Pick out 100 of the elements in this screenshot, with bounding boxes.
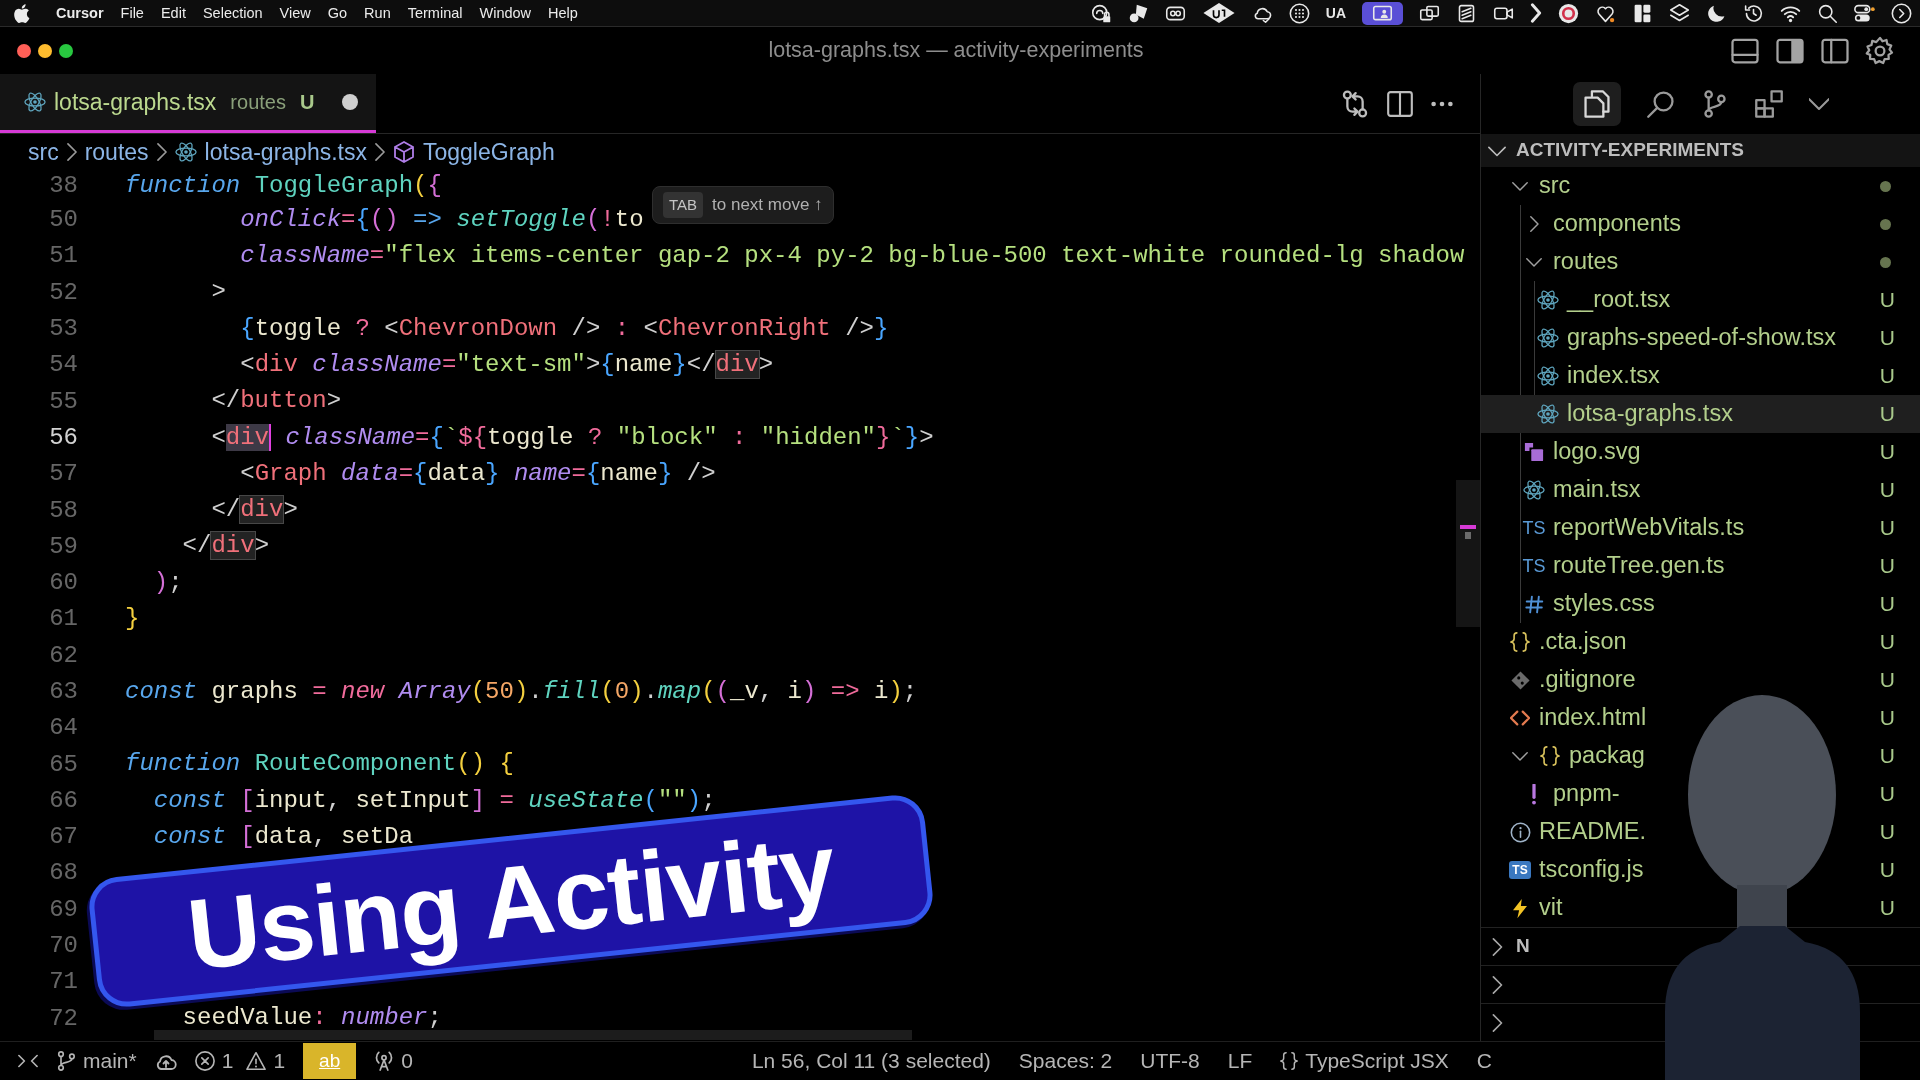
vertical-scrollbar-thumb[interactable] — [1456, 480, 1480, 627]
menu-item[interactable]: Help — [548, 5, 578, 21]
code-line: className="flex items-center gap-2 px-4 py-2 bg-blue-500 text-white rounded-lg shadow — [240, 242, 1465, 271]
shapes-icon[interactable] — [1127, 2, 1149, 24]
indentation-status[interactable]: Spaces: 2 — [1018, 1045, 1113, 1077]
diamond-logo-icon[interactable] — [1201, 2, 1236, 24]
more-actions-icon[interactable] — [1431, 100, 1453, 107]
hint-text: to next move ↑ — [712, 194, 823, 217]
control-toggles-icon[interactable] — [1854, 2, 1875, 24]
tree-item[interactable]: TS reportWebVitals.ts U — [1481, 509, 1920, 547]
line-number: 38 — [49, 172, 78, 199]
line-number: 64 — [49, 714, 78, 742]
menu-item[interactable]: Window — [479, 5, 532, 21]
tree-item[interactable]: TS routeTree.gen.ts U — [1481, 547, 1920, 585]
line-number: 54 — [49, 351, 78, 379]
error-icon — [194, 1051, 215, 1071]
tree-item[interactable]: styles.css U — [1481, 585, 1920, 623]
branch-status[interactable]: main* — [56, 1045, 137, 1077]
editor-tab[interactable]: lotsa-graphs.tsx routes U — [0, 74, 376, 133]
tree-item[interactable]: index.tsx U — [1481, 357, 1920, 395]
hash-icon — [1524, 594, 1544, 614]
breadcrumb-item[interactable]: src — [28, 134, 59, 170]
screen-person-icon[interactable] — [1362, 1, 1403, 25]
tree-item[interactable]: .gitignore U — [1481, 661, 1920, 699]
tree-item[interactable]: main.tsx U — [1481, 471, 1920, 509]
lightning-icon — [1512, 897, 1528, 919]
search-icon[interactable] — [1646, 90, 1675, 118]
code-line: } — [125, 605, 140, 634]
tree-item[interactable]: __root.tsx U — [1481, 281, 1920, 319]
tree-item[interactable]: components — [1481, 205, 1920, 243]
horizontal-scrollbar-thumb[interactable] — [154, 1030, 912, 1040]
tree-item[interactable]: logo.svg U — [1481, 433, 1920, 471]
tree-item[interactable]: routes — [1481, 243, 1920, 281]
striped-card-icon[interactable] — [1456, 2, 1477, 24]
compare-changes-icon[interactable] — [1341, 89, 1369, 118]
menu-item[interactable]: Edit — [160, 5, 186, 21]
explorer-section-header[interactable]: ACTIVITY-EXPERIMENTS — [1481, 134, 1920, 167]
atom-icon — [1537, 403, 1559, 425]
menu-item[interactable]: File — [120, 5, 144, 21]
menu-item[interactable]: Run — [364, 5, 391, 21]
line-number: 68 — [49, 859, 78, 887]
line-number: 60 — [49, 569, 78, 597]
tree-item[interactable]: pnpm- U — [1481, 775, 1920, 813]
menu-item[interactable]: Selection — [202, 5, 263, 21]
app-menu[interactable]: Cursor — [56, 5, 104, 21]
encoding-status[interactable]: UTF-8 — [1140, 1045, 1200, 1077]
minimize-button[interactable] — [38, 43, 52, 58]
line-ending-status[interactable]: LF — [1227, 1045, 1253, 1077]
code-line: </div> — [211, 496, 298, 525]
menu-item[interactable]: Go — [327, 5, 348, 21]
explorer-files-icon[interactable] — [1572, 82, 1621, 126]
atom-icon — [1523, 479, 1545, 501]
angle-brackets-icon — [1510, 709, 1530, 727]
atom-icon — [1537, 327, 1559, 349]
ports-status[interactable]: 0 — [374, 1045, 413, 1077]
breadcrumb-item[interactable]: lotsa-graphs.tsx — [174, 134, 367, 170]
layout-grid-icon[interactable] — [1632, 2, 1653, 24]
tree-item[interactable]: vit U — [1481, 889, 1920, 927]
dotted-circle-icon[interactable] — [1288, 2, 1310, 24]
tree-item[interactable]: .cta.json U — [1481, 623, 1920, 661]
history-icon[interactable] — [1743, 2, 1764, 24]
tree-item[interactable]: TS tsconfig.js U — [1481, 851, 1920, 889]
tree-item[interactable]: lotsa-graphs.tsx U — [1481, 395, 1920, 433]
line-number: 50 — [49, 206, 78, 234]
language-mode[interactable]: TypeScript JSX — [1280, 1045, 1449, 1077]
extensions-icon[interactable] — [1754, 90, 1783, 118]
tree-item[interactable]: index.html U — [1481, 699, 1920, 737]
tree-item[interactable]: graphs-speed-of-show.tsx U — [1481, 319, 1920, 357]
zoom-button[interactable] — [59, 43, 73, 58]
circle-chevron-icon[interactable] — [1891, 2, 1912, 24]
cursor-position[interactable]: Ln 56, Col 11 (3 selected) — [751, 1045, 991, 1077]
split-editor-icon[interactable] — [1387, 90, 1413, 117]
tree-item[interactable]: packag U — [1481, 737, 1920, 775]
diamond-file-icon — [1510, 670, 1530, 690]
chevron-right-icon[interactable] — [1530, 3, 1542, 23]
settings-icon[interactable] — [1865, 35, 1895, 66]
code-line: > — [211, 278, 226, 308]
breadcrumb-item[interactable]: ToggleGraph — [392, 134, 555, 170]
problems-status[interactable]: 1 1 — [194, 1045, 286, 1077]
code-line: ); — [153, 568, 183, 598]
menu-item[interactable]: Terminal — [407, 5, 463, 21]
breadcrumb-item[interactable]: routes — [84, 134, 149, 170]
line-number: 53 — [49, 315, 78, 343]
code-line: function ToggleGraph({ — [125, 171, 442, 201]
tree-item[interactable]: README. U — [1481, 813, 1920, 851]
search-icon[interactable] — [1817, 2, 1838, 24]
line-number: 70 — [49, 932, 78, 960]
atom-icon — [174, 141, 197, 163]
disc-icon[interactable] — [1558, 2, 1579, 24]
lock-circle-icon[interactable] — [1090, 2, 1112, 24]
menu-item[interactable]: View — [279, 5, 311, 21]
close-button[interactable] — [17, 43, 31, 58]
layers-icon[interactable] — [1669, 2, 1690, 24]
warning-icon — [246, 1051, 267, 1071]
status-bar-item[interactable]: C — [1476, 1045, 1492, 1077]
menu-bar-extra-label[interactable]: UA — [1325, 2, 1346, 24]
tree-item[interactable]: src — [1481, 167, 1920, 205]
apple-icon[interactable] — [13, 2, 31, 24]
braces-icon — [1280, 1052, 1299, 1070]
atom-icon — [1537, 365, 1559, 387]
